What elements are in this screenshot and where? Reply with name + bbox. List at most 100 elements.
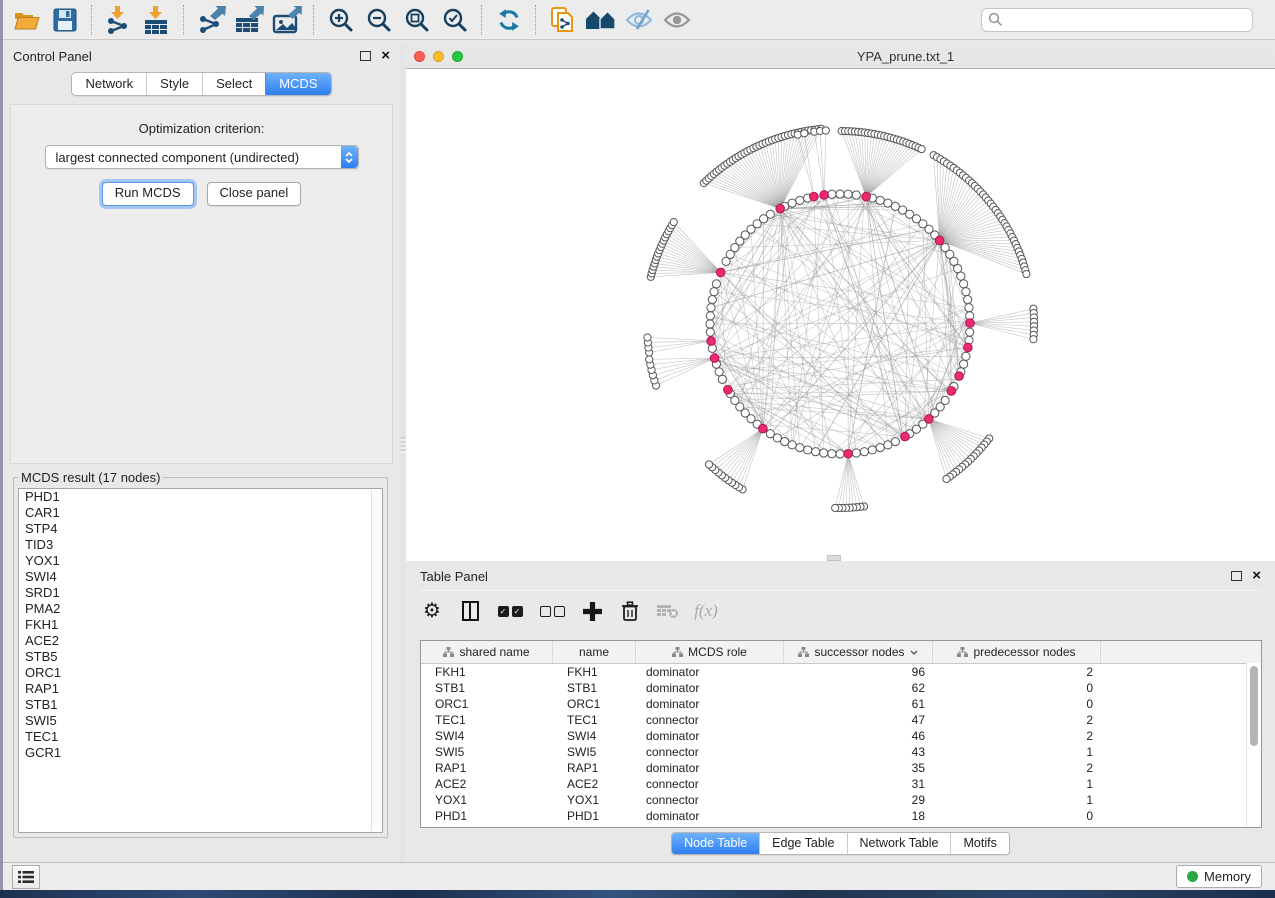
tab-network[interactable]: Network (72, 73, 146, 95)
table-row[interactable]: ACE2ACE2connector311 (421, 776, 1261, 792)
float-table-panel-icon[interactable] (1231, 571, 1242, 581)
network-node[interactable] (962, 288, 970, 296)
network-node[interactable] (796, 444, 804, 452)
table-row[interactable]: YOX1YOX1connector291 (421, 792, 1261, 808)
network-node[interactable] (891, 438, 899, 446)
network-node[interactable] (836, 450, 844, 458)
network-window-titlebar[interactable]: YPA_prune.txt_1 (406, 44, 1275, 69)
select-all-icon[interactable]: ✓✓ (496, 598, 524, 624)
add-icon[interactable] (580, 598, 604, 624)
mcds-result-item[interactable]: GCR1 (19, 745, 382, 761)
network-leaf-node[interactable] (822, 127, 829, 134)
network-leaf-node[interactable] (801, 130, 808, 137)
network-node[interactable] (766, 210, 774, 218)
network-leaf-node[interactable] (1030, 336, 1037, 343)
mcds-hub-node[interactable] (862, 192, 871, 201)
zoom-fit-icon[interactable] (398, 5, 436, 35)
network-node[interactable] (706, 328, 714, 336)
table-row[interactable]: SWI5SWI5connector431 (421, 744, 1261, 760)
network-node[interactable] (868, 446, 876, 454)
network-node[interactable] (860, 448, 868, 456)
zoom-selected-icon[interactable] (436, 5, 474, 35)
table-row[interactable]: SWI4SWI4dominator462 (421, 728, 1261, 744)
network-leaf-node[interactable] (1023, 270, 1030, 277)
zoom-out-icon[interactable] (360, 5, 398, 35)
show-all-icon[interactable] (658, 5, 696, 35)
network-node[interactable] (884, 441, 892, 449)
network-node[interactable] (788, 441, 796, 449)
trash-icon[interactable] (618, 598, 642, 624)
network-node[interactable] (876, 444, 884, 452)
close-table-panel-icon[interactable]: × (1252, 569, 1261, 583)
mcds-hub-node[interactable] (947, 387, 956, 396)
close-panel-button[interactable]: Close panel (207, 182, 302, 206)
mcds-hub-node[interactable] (724, 385, 733, 394)
mcds-hub-node[interactable] (964, 343, 973, 352)
zoom-in-icon[interactable] (322, 5, 360, 35)
column-header-predecessor-nodes[interactable]: predecessor nodes (933, 641, 1101, 663)
clone-network-icon[interactable] (544, 5, 582, 35)
table-scrollbar[interactable] (1246, 663, 1261, 827)
column-header-successor-nodes[interactable]: successor nodes (784, 641, 933, 663)
network-node[interactable] (966, 328, 974, 336)
mcds-hub-node[interactable] (710, 354, 719, 363)
mcds-hub-node[interactable] (810, 192, 819, 201)
deselect-all-icon[interactable] (538, 598, 566, 624)
search-input[interactable] (1003, 11, 1252, 28)
table-row[interactable]: ORC1ORC1dominator610 (421, 696, 1261, 712)
tab-mcds[interactable]: MCDS (265, 73, 330, 95)
export-table-icon[interactable] (230, 5, 268, 35)
table-row[interactable]: TEC1TEC1connector472 (421, 712, 1261, 728)
network-canvas[interactable] (406, 69, 1275, 561)
mcds-result-item[interactable]: STB5 (19, 649, 382, 665)
import-table-icon[interactable] (138, 5, 176, 35)
memory-button[interactable]: Memory (1176, 865, 1262, 888)
network-leaf-node[interactable] (705, 461, 712, 468)
network-node[interactable] (844, 190, 852, 198)
network-leaf-node[interactable] (918, 145, 925, 152)
column-header-mcds-role[interactable]: MCDS role (636, 641, 784, 663)
refresh-icon[interactable] (490, 5, 528, 35)
network-node[interactable] (960, 360, 968, 368)
network-leaf-node[interactable] (943, 475, 950, 482)
table-row[interactable]: STB1STB1dominator620 (421, 680, 1261, 696)
network-node[interactable] (788, 199, 796, 207)
mcds-result-item[interactable]: TID3 (19, 537, 382, 553)
network-leaf-node[interactable] (646, 356, 653, 363)
criterion-select[interactable]: largest connected component (undirected) (45, 145, 359, 169)
network-leaf-node[interactable] (832, 504, 839, 511)
network-node[interactable] (712, 280, 720, 288)
columns-icon[interactable] (458, 598, 482, 624)
network-node[interactable] (876, 196, 884, 204)
mcds-result-item[interactable]: TEC1 (19, 729, 382, 745)
mcds-hub-node[interactable] (844, 449, 853, 458)
mcds-result-item[interactable]: SWI4 (19, 569, 382, 585)
mcds-result-item[interactable]: ORC1 (19, 665, 382, 681)
mcds-hub-node[interactable] (925, 415, 934, 424)
network-node[interactable] (852, 449, 860, 457)
network-node[interactable] (708, 296, 716, 304)
network-node[interactable] (957, 272, 965, 280)
mcds-result-item[interactable]: PMA2 (19, 601, 382, 617)
network-node[interactable] (706, 312, 714, 320)
mcds-result-item[interactable]: RAP1 (19, 681, 382, 697)
column-header-name[interactable]: name (553, 641, 636, 663)
close-panel-icon[interactable]: × (381, 49, 390, 63)
import-network-icon[interactable] (100, 5, 138, 35)
table-row[interactable]: FKH1FKH1dominator962 (421, 664, 1261, 680)
network-graph[interactable] (406, 69, 1275, 561)
hide-selected-icon[interactable] (620, 5, 658, 35)
mcds-hub-node[interactable] (707, 337, 716, 346)
gear-icon[interactable]: ⚙ (420, 598, 444, 624)
network-node[interactable] (706, 320, 714, 328)
tab-select[interactable]: Select (202, 73, 265, 95)
network-node[interactable] (828, 190, 836, 198)
network-node[interactable] (796, 196, 804, 204)
run-mcds-button[interactable]: Run MCDS (102, 182, 194, 206)
tab-node-table[interactable]: Node Table (672, 833, 759, 854)
mcds-result-item[interactable]: SRD1 (19, 585, 382, 601)
first-neighbors-icon[interactable] (582, 5, 620, 35)
mcds-result-item[interactable]: STP4 (19, 521, 382, 537)
column-header-shared-name[interactable]: shared name (421, 641, 553, 663)
network-node[interactable] (820, 449, 828, 457)
